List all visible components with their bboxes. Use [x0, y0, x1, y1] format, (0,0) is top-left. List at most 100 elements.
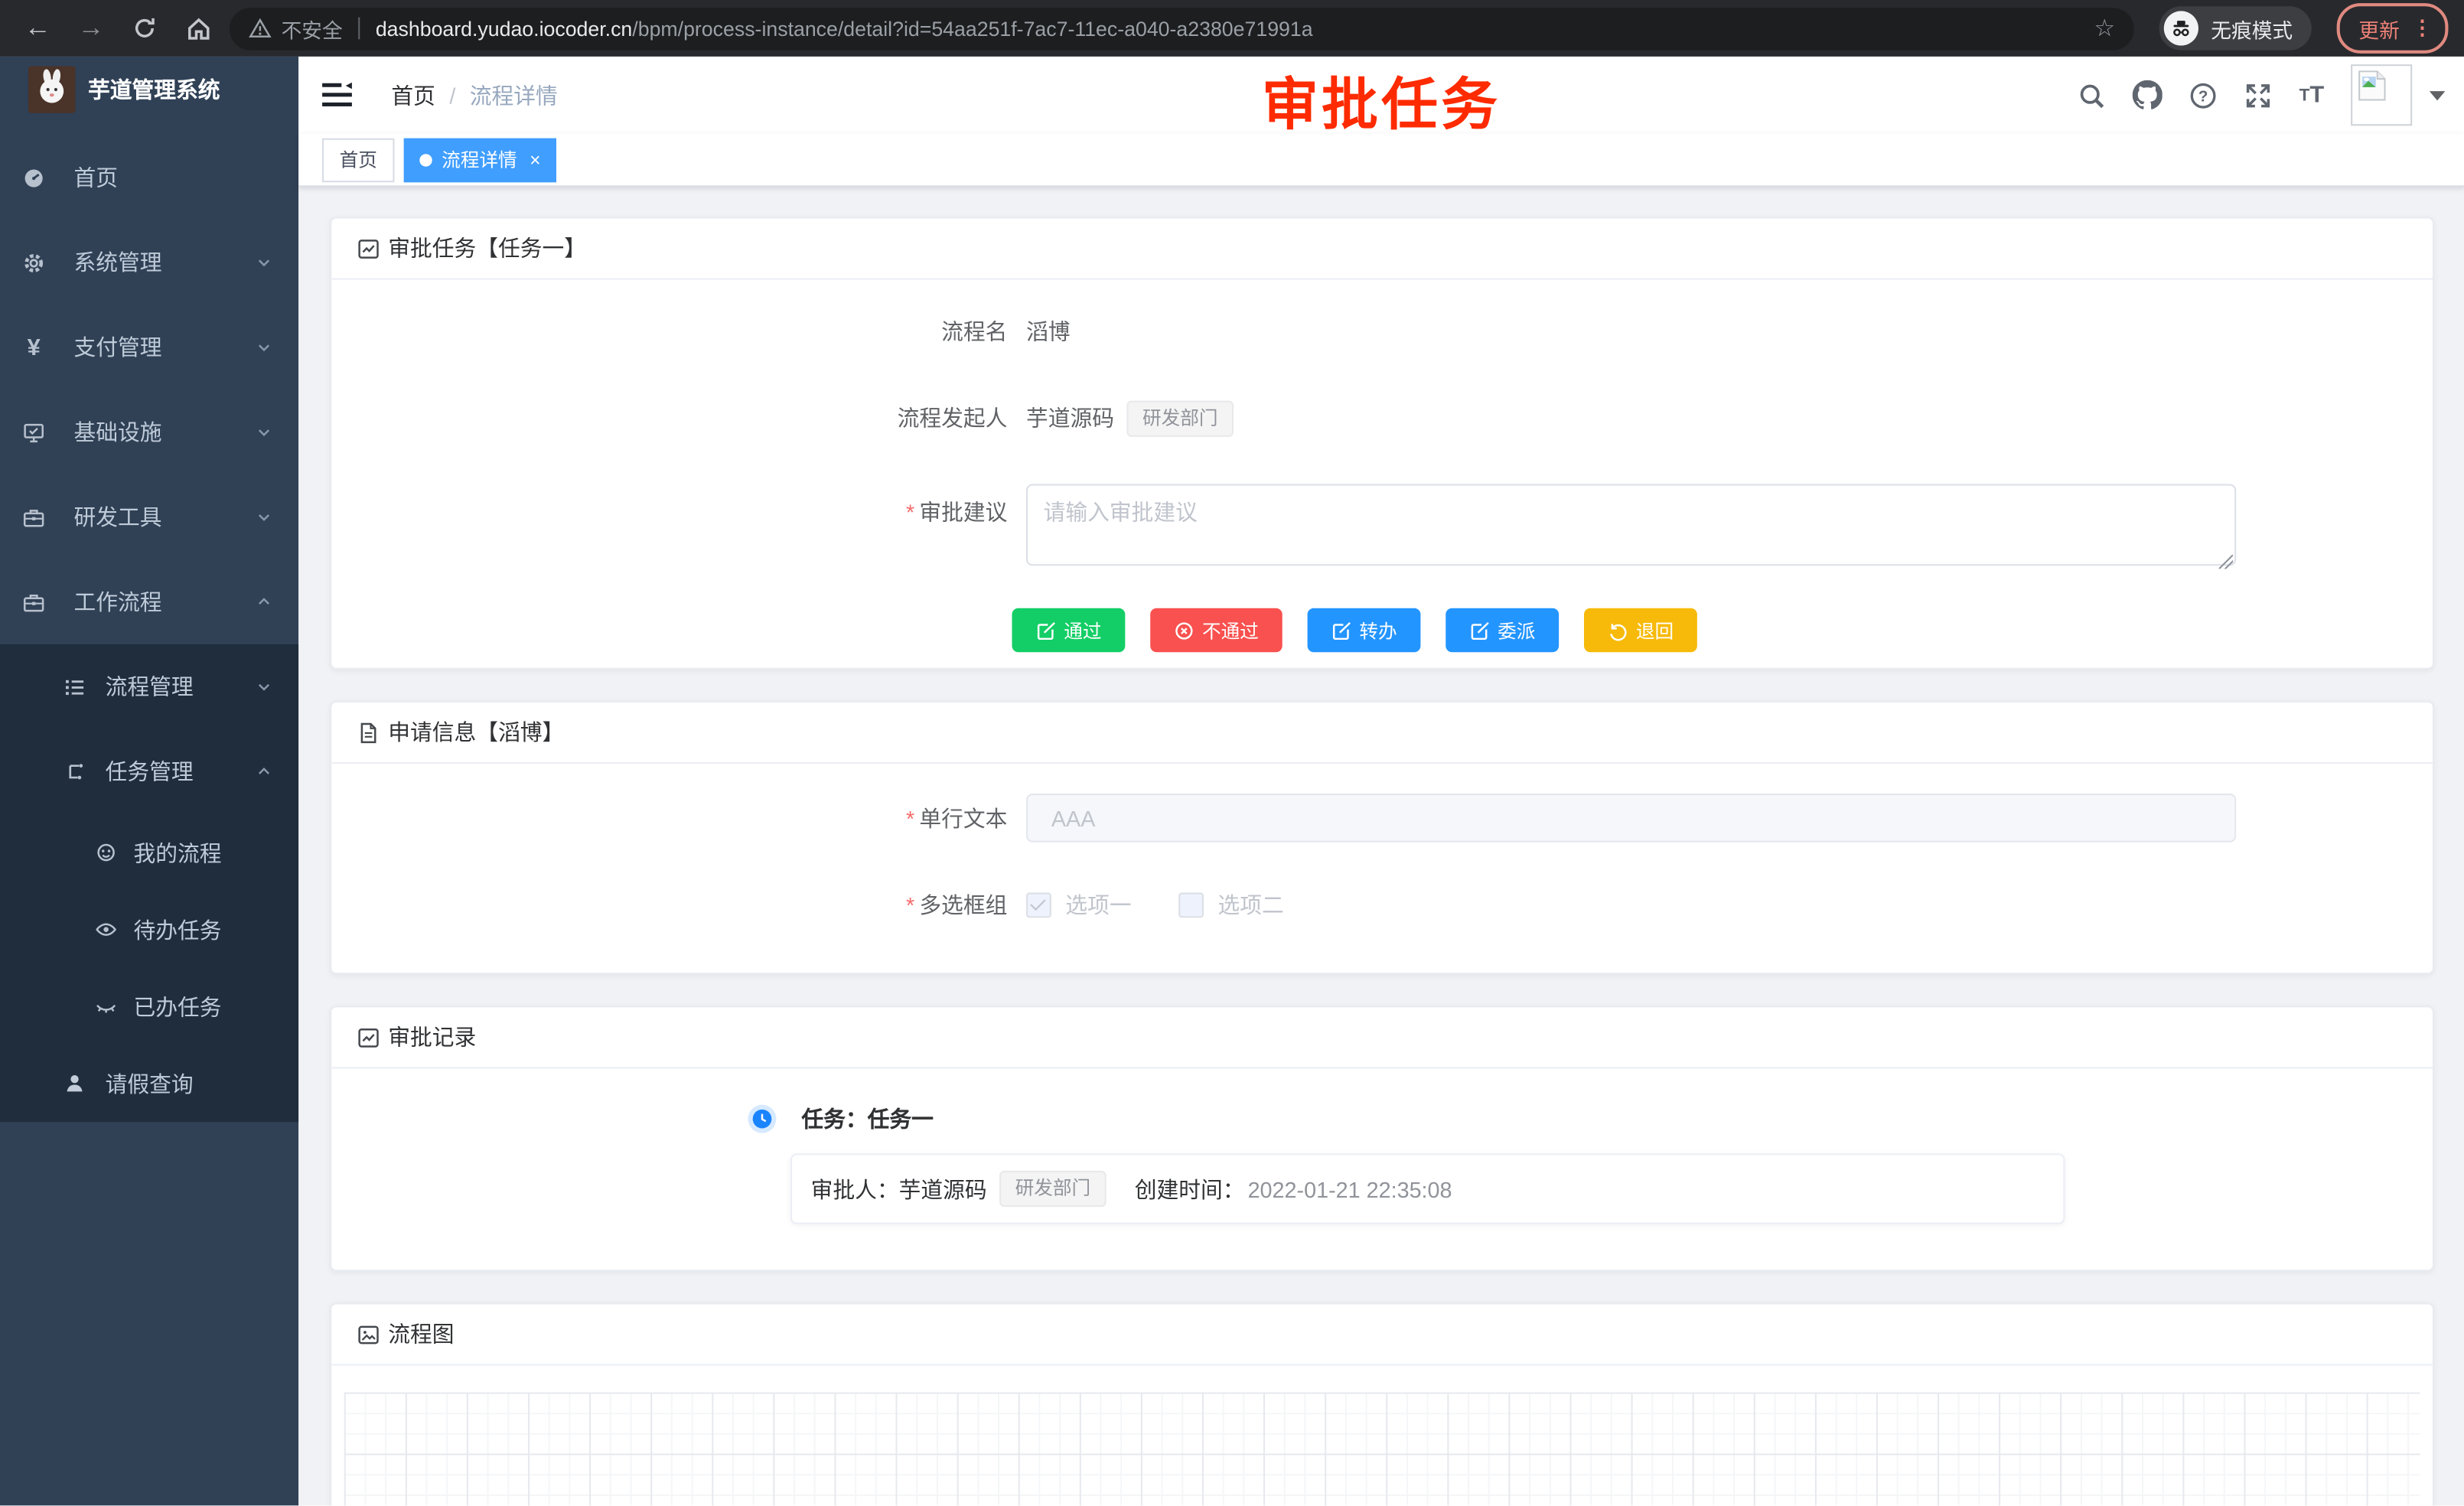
hamburger-icon[interactable] — [322, 82, 352, 109]
chevron-down-icon — [255, 677, 274, 696]
approver-dept-tag: 研发部门 — [999, 1171, 1107, 1207]
suggestion-textarea[interactable] — [1026, 484, 2236, 566]
browser-toolbar: ← → 不安全 dashboard.yudao.iocoder.cn/bpm/p… — [0, 0, 2464, 57]
user-icon — [63, 1072, 86, 1096]
rotate-left-icon — [1608, 620, 1628, 641]
search-icon[interactable] — [2078, 81, 2106, 109]
approve-button[interactable]: 通过 — [1012, 608, 1125, 652]
suggestion-row: *审批建议 — [331, 484, 2433, 573]
required-asterisk: * — [906, 805, 914, 830]
toolbox-icon — [22, 505, 46, 529]
yen-icon: ¥ — [22, 334, 46, 360]
update-label: 更新 — [2358, 13, 2399, 43]
approval-card-header: 审批任务【任务一】 — [331, 218, 2433, 279]
approver-value: 芋道源码 — [899, 1173, 987, 1204]
dashboard-icon — [22, 166, 46, 190]
button-label: 委派 — [1498, 617, 1535, 644]
sidebar-item-label: 请假查询 — [106, 1068, 194, 1099]
checkbox-unchecked-icon[interactable] — [1178, 892, 1204, 918]
github-icon[interactable] — [2133, 80, 2163, 110]
textarea-resize-handle[interactable] — [2219, 555, 2233, 569]
help-icon[interactable]: ? — [2189, 81, 2218, 109]
approver-label: 审批人： — [811, 1173, 899, 1204]
sidebar-item-label: 研发工具 — [74, 501, 162, 533]
initiator-label: 流程发起人 — [331, 403, 1026, 434]
home-icon[interactable] — [176, 6, 220, 50]
initiator-dept-tag: 研发部门 — [1126, 400, 1234, 436]
checkbox-label: 选项一 — [1065, 892, 1131, 918]
browser-menu-icon[interactable]: ⋮ — [2412, 21, 2433, 37]
checkbox-option-1[interactable]: 选项一 — [1026, 889, 1132, 921]
avatar[interactable] — [2351, 64, 2412, 126]
forward-icon[interactable]: → — [69, 6, 112, 50]
sidebar-item-my-process[interactable]: 我的流程 — [0, 814, 298, 892]
security-label: 不安全 — [282, 13, 343, 43]
chart-box-icon — [357, 236, 380, 260]
back-icon[interactable]: ← — [16, 6, 60, 50]
page-content: 审批任务【任务一】 流程名 滔博 流程发起人 芋道源码 研发部门 *审批建议 — [298, 187, 2464, 1505]
sidebar-item-devtools[interactable]: 研发工具 — [0, 474, 298, 559]
record-card-title: 审批记录 — [388, 1022, 476, 1053]
url-text[interactable]: dashboard.yudao.iocoder.cn/bpm/process-i… — [376, 17, 2081, 41]
browser-update-button[interactable]: 更新 ⋮ — [2337, 3, 2449, 54]
tab-home[interactable]: 首页 — [322, 138, 394, 181]
eye-closed-icon — [94, 995, 118, 1019]
sidebar-item-label: 基础设施 — [74, 416, 162, 448]
picture-icon — [357, 1322, 380, 1346]
font-size-icon[interactable]: TT — [2299, 82, 2325, 109]
sidebar-logo-row[interactable]: 芋道管理系统 — [0, 57, 298, 122]
tab-close-icon[interactable]: × — [530, 150, 540, 169]
single-line-text-input[interactable] — [1026, 794, 2236, 843]
checkbox-group-row: *多选框组 选项一 选项二 — [331, 883, 2433, 927]
application-card-title: 申请信息【滔博】 — [388, 716, 564, 748]
breadcrumb-separator: / — [449, 83, 455, 108]
fullscreen-icon[interactable] — [2244, 81, 2273, 109]
incognito-badge: 无痕模式 — [2159, 6, 2312, 50]
annotation-text: 审批任务 — [1262, 60, 1501, 142]
sidebar-item-infra[interactable]: 基础设施 — [0, 390, 298, 474]
sidebar-item-payment[interactable]: ¥ 支付管理 — [0, 305, 298, 390]
timeline-task-title: 任务：任务一 — [801, 1103, 933, 1135]
sidebar: 芋道管理系统 首页 系统管理 ¥ 支付管理 — [0, 57, 298, 1505]
tab-process-detail[interactable]: 流程详情 × — [404, 138, 556, 181]
sidebar-item-workflow[interactable]: 工作流程 — [0, 559, 298, 644]
incognito-label: 无痕模式 — [2211, 13, 2293, 43]
sidebar-item-process-mgmt[interactable]: 流程管理 — [0, 644, 298, 729]
approval-card-title: 审批任务【任务一】 — [388, 233, 586, 264]
reload-icon[interactable] — [122, 6, 166, 50]
checkbox-checked-icon[interactable] — [1026, 892, 1051, 918]
sidebar-item-leave-query[interactable]: 请假查询 — [0, 1045, 298, 1123]
edit-icon — [1035, 620, 1056, 641]
checkbox-group-label-wrap: *多选框组 — [331, 889, 1026, 921]
sidebar-item-label: 工作流程 — [74, 586, 162, 618]
bookmark-star-icon[interactable]: ☆ — [2094, 14, 2115, 42]
warning-icon — [248, 18, 272, 40]
reject-button[interactable]: 不通过 — [1150, 608, 1283, 652]
gear-icon — [22, 251, 46, 275]
url-bar[interactable]: 不安全 dashboard.yudao.iocoder.cn/bpm/proce… — [230, 7, 2134, 49]
avatar-caret-icon[interactable] — [2430, 90, 2446, 99]
required-asterisk: * — [906, 892, 914, 918]
text-field-label-wrap: *单行文本 — [331, 802, 1026, 833]
sidebar-item-todo-tasks[interactable]: 待办任务 — [0, 891, 298, 968]
sidebar-item-label: 首页 — [74, 162, 118, 194]
eye-icon — [94, 918, 118, 941]
approval-record-card: 审批记录 任务：任务一 审批人： 芋道源码 研发部门 创建时间： 2022-01… — [330, 1006, 2434, 1271]
return-button[interactable]: 退回 — [1584, 608, 1697, 652]
bpmn-canvas[interactable] — [344, 1392, 2420, 1505]
process-diagram-card: 流程图 — [330, 1302, 2434, 1505]
sidebar-item-system[interactable]: 系统管理 — [0, 220, 298, 305]
delegate-button[interactable]: 委派 — [1445, 608, 1559, 652]
list-icon — [63, 675, 86, 699]
sidebar-item-task-mgmt[interactable]: 任务管理 — [0, 729, 298, 814]
toolbox-icon — [22, 590, 46, 614]
workflow-submenu: 流程管理 任务管理 我的流程 待办任务 — [0, 644, 298, 1122]
sidebar-item-home[interactable]: 首页 — [0, 135, 298, 220]
text-field-row: *单行文本 — [331, 794, 2433, 843]
sidebar-item-done-tasks[interactable]: 已办任务 — [0, 968, 298, 1045]
breadcrumb-home[interactable]: 首页 — [391, 80, 435, 111]
security-indicator[interactable]: 不安全 — [248, 13, 342, 43]
checkbox-option-2[interactable]: 选项二 — [1178, 889, 1284, 921]
application-info-card: 申请信息【滔博】 *单行文本 *多选框组 选项一 选项二 — [330, 701, 2434, 974]
transfer-button[interactable]: 转办 — [1308, 608, 1421, 652]
